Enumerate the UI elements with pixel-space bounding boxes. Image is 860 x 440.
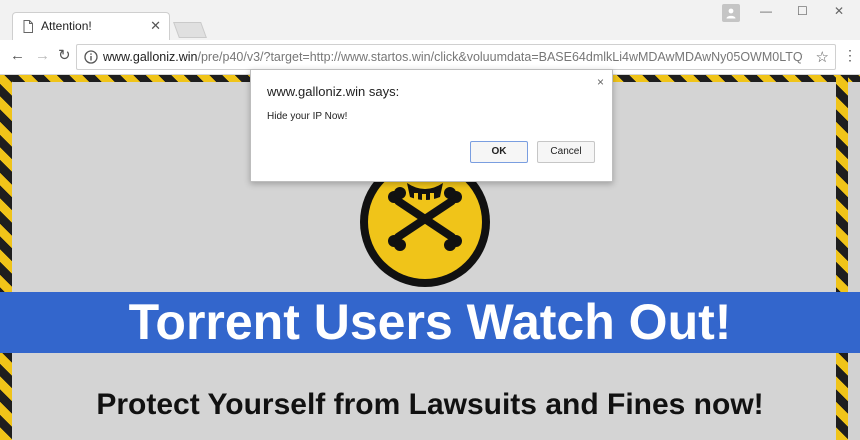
tab-title: Attention! [41, 19, 92, 33]
maximize-icon[interactable]: ☐ [797, 4, 808, 18]
bookmark-star-icon[interactable]: ☆ [816, 48, 829, 66]
info-icon[interactable] [84, 50, 98, 64]
browser-tab[interactable]: Attention! ✕ [12, 12, 170, 40]
alert-dialog: www.galloniz.win says: × Hide your IP No… [250, 69, 613, 182]
forward-arrow-icon[interactable]: → [35, 48, 50, 64]
back-arrow-icon[interactable]: ← [10, 48, 25, 64]
profile-button[interactable] [722, 4, 740, 22]
hazard-stripe-right [836, 75, 848, 440]
dialog-message: Hide your IP Now! [267, 111, 348, 122]
new-tab-button[interactable] [173, 22, 207, 38]
page-icon [23, 20, 33, 33]
person-icon [726, 8, 736, 19]
url-text[interactable]: www.galloniz.win/pre/p40/v3/?target=http… [103, 50, 803, 64]
browser-menu-icon[interactable]: ⋮ [843, 47, 857, 64]
cancel-button[interactable]: Cancel [537, 141, 595, 163]
tab-close-icon[interactable]: ✕ [150, 18, 161, 34]
minimize-icon[interactable]: — [760, 4, 772, 18]
hazard-stripe-left [0, 75, 12, 440]
address-bar[interactable]: www.galloniz.win/pre/p40/v3/?target=http… [76, 44, 836, 70]
url-path: /pre/p40/v3/?target=http://www.startos.w… [197, 50, 803, 64]
warning-banner: Torrent Users Watch Out! [0, 292, 860, 353]
browser-titlebar: Attention! ✕ — ☐ ✕ [0, 0, 860, 40]
close-window-icon[interactable]: ✕ [834, 4, 844, 18]
url-host: www.galloniz.win [103, 50, 198, 64]
dialog-title: www.galloniz.win says: [267, 84, 400, 99]
banner-headline: Torrent Users Watch Out! [128, 294, 732, 350]
dialog-close-icon[interactable]: × [597, 75, 604, 89]
reload-icon[interactable]: ↻ [58, 48, 71, 64]
ok-button[interactable]: OK [470, 141, 528, 163]
page-subheading: Protect Yourself from Lawsuits and Fines… [96, 388, 764, 421]
